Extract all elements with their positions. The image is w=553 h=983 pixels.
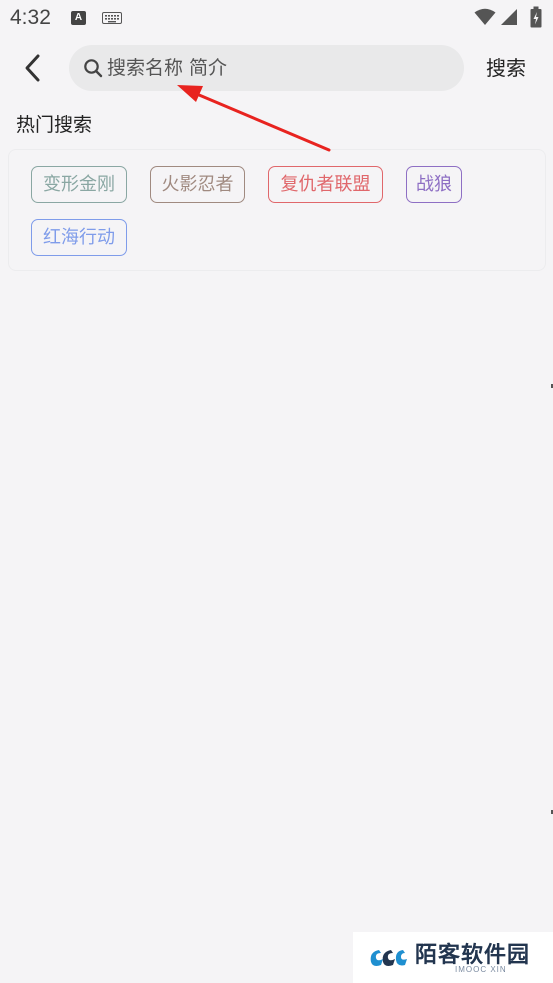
chevron-left-icon	[25, 54, 40, 82]
battery-icon	[530, 6, 542, 28]
search-icon	[83, 58, 103, 78]
tag-wolf-warrior[interactable]: 战狼	[406, 166, 462, 203]
hot-search-tags: 变形金刚 火影忍者 复仇者联盟 战狼 红海行动	[8, 149, 546, 271]
wifi-icon	[474, 8, 496, 25]
hot-search-title: 热门搜索	[16, 114, 93, 136]
search-button[interactable]: 搜索	[478, 50, 534, 86]
signal-icon	[501, 9, 517, 25]
tag-avengers[interactable]: 复仇者联盟	[268, 166, 383, 203]
status-bar: 4:32 A	[0, 0, 553, 38]
tag-naruto[interactable]: 火影忍者	[150, 166, 245, 203]
watermark-subtext: IMOOC XIN	[455, 965, 507, 974]
watermark: 陌客软件园 IMOOC XIN	[353, 932, 553, 983]
annotation-arrow	[177, 85, 331, 152]
search-box[interactable]	[69, 45, 464, 91]
text-a-icon: A	[71, 11, 86, 25]
search-input[interactable]	[107, 57, 437, 79]
watermark-logo-icon	[370, 949, 407, 966]
back-button[interactable]	[16, 50, 48, 86]
tag-operation-red-sea[interactable]: 红海行动	[31, 219, 127, 256]
tag-transformers[interactable]: 变形金刚	[31, 166, 127, 203]
status-time: 4:32	[10, 6, 51, 29]
keyboard-icon	[102, 12, 122, 24]
